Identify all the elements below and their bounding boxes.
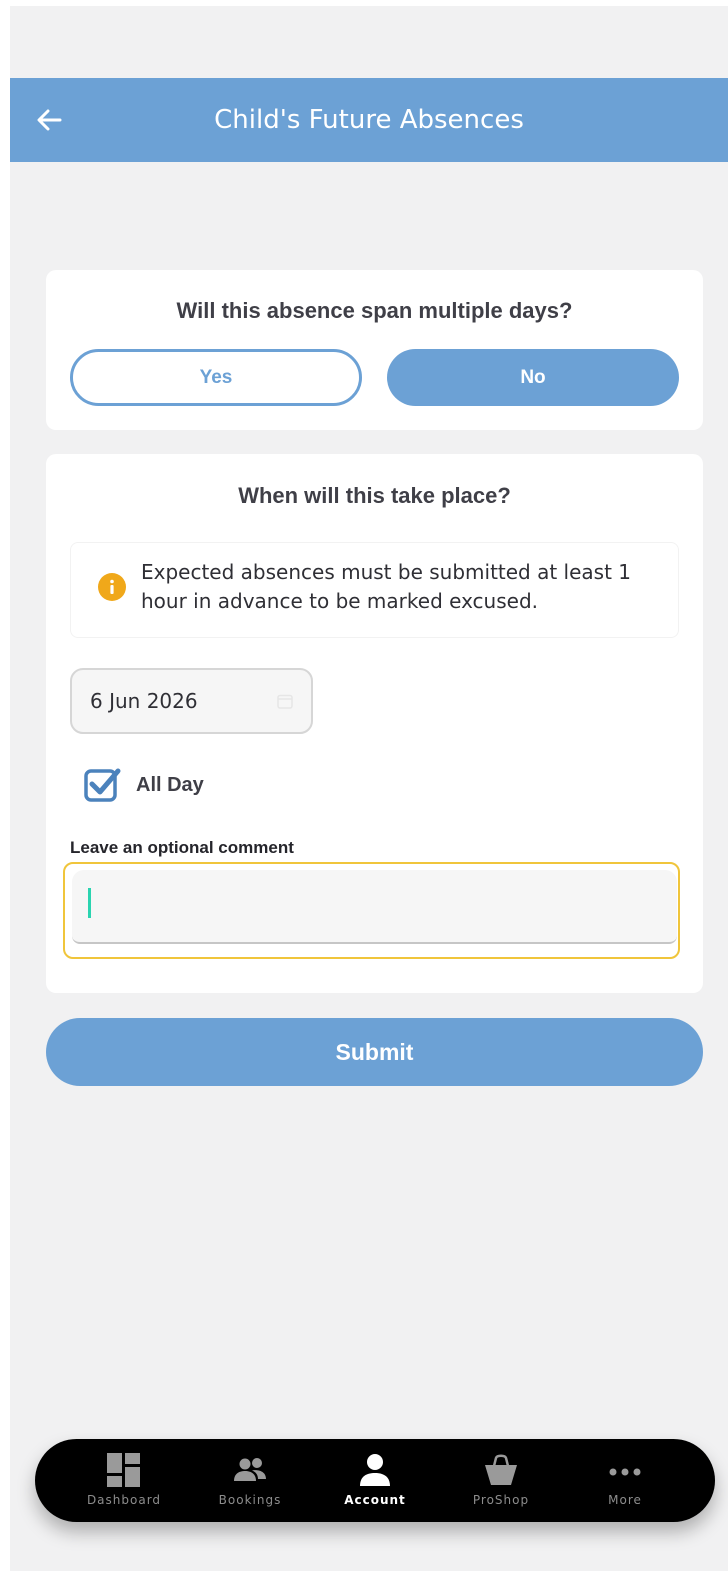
date-value: 6 Jun 2026 bbox=[90, 689, 198, 713]
multi-day-card: Will this absence span multiple days? Ye… bbox=[46, 270, 703, 430]
dashboard-icon bbox=[107, 1453, 140, 1487]
comment-input[interactable] bbox=[72, 870, 677, 944]
tab-label: ProShop bbox=[472, 1493, 530, 1507]
tab-dashboard[interactable]: Dashboard bbox=[64, 1439, 184, 1522]
multi-day-question: Will this absence span multiple days? bbox=[176, 298, 573, 323]
page-title: Child's Future Absences bbox=[214, 105, 524, 135]
date-picker-field[interactable]: 6 Jun 2026 bbox=[70, 668, 313, 734]
all-day-label: All Day bbox=[136, 773, 204, 796]
basket-icon bbox=[485, 1454, 517, 1485]
bottom-tab-bar: Dashboard Bookings Account ProShop More bbox=[35, 1439, 715, 1522]
tab-label: Dashboard bbox=[86, 1493, 162, 1507]
person-icon bbox=[360, 1454, 390, 1486]
tab-label: More bbox=[608, 1493, 642, 1507]
submit-button[interactable]: Submit bbox=[46, 1018, 703, 1086]
info-icon bbox=[98, 573, 126, 601]
notice-text: Expected absences must be submitted at l… bbox=[141, 560, 632, 613]
checkbox-checked-icon[interactable] bbox=[84, 766, 122, 804]
tab-label: Bookings bbox=[218, 1493, 282, 1507]
yes-button[interactable]: Yes bbox=[70, 349, 362, 406]
tab-more[interactable]: More bbox=[565, 1439, 685, 1522]
text-caret bbox=[88, 888, 91, 918]
app-bar: Child's Future Absences bbox=[10, 78, 728, 162]
schedule-card: When will this take place? Expected abse… bbox=[46, 454, 703, 993]
more-icon bbox=[609, 1468, 641, 1476]
tab-bookings[interactable]: Bookings bbox=[190, 1439, 310, 1522]
tab-proshop[interactable]: ProShop bbox=[441, 1439, 561, 1522]
comment-label: Leave an optional comment bbox=[70, 838, 294, 857]
tab-label: Account bbox=[344, 1493, 406, 1507]
tab-account[interactable]: Account bbox=[315, 1439, 435, 1522]
info-notice: Expected absences must be submitted at l… bbox=[70, 542, 679, 638]
no-button[interactable]: No bbox=[387, 349, 679, 406]
calendar-icon bbox=[277, 694, 293, 709]
schedule-question: When will this take place? bbox=[238, 483, 511, 508]
all-day-checkbox-row[interactable]: All Day bbox=[84, 765, 204, 805]
people-icon bbox=[234, 1458, 266, 1481]
